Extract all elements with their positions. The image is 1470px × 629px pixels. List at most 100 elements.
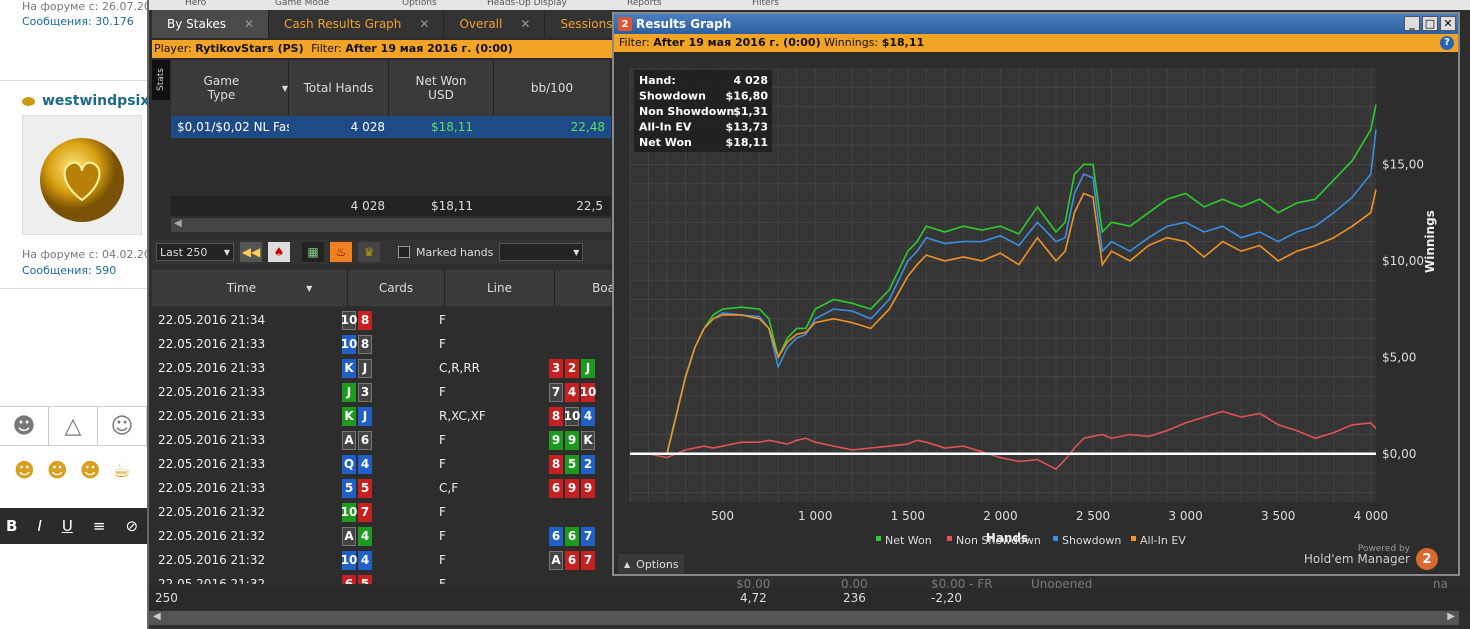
hand-row[interactable]: 22.05.2016 21:33 K J R,XC,XF 8 10 4	[152, 404, 615, 428]
hand-row[interactable]: 22.05.2016 21:32 A 4 F 6 6 7	[152, 524, 615, 548]
emoji-icon[interactable]: ☻	[47, 458, 68, 482]
underline-button[interactable]: U	[62, 517, 73, 535]
col-net-won[interactable]: Net Won USD	[389, 60, 494, 116]
summary-label: All-In EV	[639, 121, 692, 134]
card: 9	[581, 478, 595, 498]
col-bb100[interactable]: bb/100	[494, 60, 611, 116]
hand-row[interactable]: 22.05.2016 21:33 K J C,R,RR 3 2 J	[152, 356, 615, 380]
card: 8	[358, 310, 372, 330]
total-c: -2,20	[931, 591, 963, 605]
col-line[interactable]: Line	[445, 270, 555, 306]
smiley-category-shark-icon[interactable]: △	[49, 407, 98, 445]
emoji-icon[interactable]: ☻	[14, 458, 35, 482]
hand-row[interactable]: 22.05.2016 21:34 10 8 F	[152, 308, 615, 332]
medal-icon	[40, 138, 124, 222]
emoji-icon[interactable]: ☻	[80, 458, 101, 482]
cell-line: C,R,RR	[439, 361, 481, 375]
forum-user-count[interactable]: Сообщения: 590	[22, 264, 116, 277]
scroll-right-icon[interactable]: ▶	[1447, 611, 1455, 622]
card: 3	[549, 358, 563, 378]
maximize-button[interactable]: □	[1422, 16, 1438, 31]
hands-toolbar: Last 250 ▼ ◀◀ ♠ ▦ ♨ ♛ Marked hands ▼	[152, 240, 615, 264]
strike-button[interactable]: ≡	[93, 517, 106, 535]
summary-value: $1,31	[733, 105, 768, 118]
legend-label: Non Showdown	[956, 534, 1041, 547]
card: J	[342, 382, 356, 402]
bold-button[interactable]: B	[6, 517, 17, 535]
close-icon[interactable]: ✕	[520, 17, 530, 31]
col-time[interactable]: Time ▼	[152, 270, 348, 306]
card: J	[581, 358, 595, 378]
col-cards[interactable]: Cards	[348, 270, 445, 306]
menu-filters[interactable]: Filters	[752, 0, 779, 8]
menu-options[interactable]: Options	[402, 0, 437, 8]
smiley-category-face-icon[interactable]: ☺	[98, 407, 147, 445]
menu-hud[interactable]: Heads-Up Display	[487, 0, 567, 8]
replay-cards-button[interactable]: ♠	[268, 242, 290, 262]
card: A	[342, 526, 356, 546]
close-icon[interactable]: ✕	[244, 17, 254, 31]
legend-swatch	[1131, 536, 1136, 541]
help-icon[interactable]: ?	[1440, 36, 1454, 50]
card: 10	[580, 382, 596, 402]
col-total-hands[interactable]: Total Hands	[289, 60, 389, 116]
card: 6	[549, 526, 563, 546]
cell-line: F	[439, 433, 446, 447]
link-button[interactable]: ⊘	[125, 517, 138, 535]
tab-overall[interactable]: Overall ✕	[444, 10, 546, 38]
hand-row[interactable]: 22.05.2016 21:33 A 6 F 9 9 K	[152, 428, 615, 452]
col-label: Game Type	[203, 74, 240, 102]
close-icon[interactable]: ✕	[419, 17, 429, 31]
cell-time: 22.05.2016 21:32	[158, 529, 266, 543]
rewind-button[interactable]: ◀◀	[240, 242, 262, 262]
hand-row[interactable]: 22.05.2016 21:33 J 3 F 7 4 10	[152, 380, 615, 404]
top-menu: Hero Game Mode Options Heads-Up Display …	[149, 0, 1470, 10]
forum-username[interactable]: westwindpsixo	[42, 93, 147, 109]
winnings-label: Winnings:	[824, 36, 879, 49]
window-titlebar[interactable]: 2 Results Graph _ □ ✕	[614, 14, 1458, 34]
marked-hands-checkbox[interactable]	[398, 246, 410, 258]
hand-row[interactable]: 22.05.2016 21:33 10 8 F	[152, 332, 615, 356]
col-game-type[interactable]: Game Type ▼	[171, 60, 289, 116]
smiley-category-fish-icon[interactable]: ☻	[0, 407, 49, 445]
grid-button[interactable]: ▦	[302, 242, 324, 262]
scroll-left-icon[interactable]: ◀	[153, 611, 161, 622]
cell-cards: 10 7	[341, 502, 439, 522]
cell-time: 22.05.2016 21:33	[158, 409, 266, 423]
hand-count-select[interactable]: Last 250 ▼	[156, 243, 234, 261]
menu-game-mode[interactable]: Game Mode	[275, 0, 329, 8]
card: 6	[565, 526, 579, 546]
chevron-down-icon: ▼	[573, 247, 580, 257]
hand-row[interactable]: 22.05.2016 21:32 10 7 F	[152, 500, 615, 524]
stats-row[interactable]: $0,01/$0,02 NL Fast 4 028 $18,11 22,48	[171, 116, 611, 138]
stats-side-tab[interactable]: Stats	[152, 60, 170, 100]
trophy-button[interactable]: ♛	[358, 242, 380, 262]
card: 4	[565, 382, 579, 402]
menu-hero[interactable]: Hero	[185, 0, 206, 8]
tab-label: Cash Results Graph	[284, 17, 402, 31]
emoji-icon[interactable]: ☕	[113, 458, 131, 482]
hand-row[interactable]: 22.05.2016 21:32 10 4 F A 6 7	[152, 548, 615, 572]
hand-row[interactable]: 22.05.2016 21:33 5 5 C,F 6 9 9	[152, 476, 615, 500]
options-button[interactable]: ▲ Options	[618, 554, 684, 574]
card: 8	[549, 406, 563, 426]
card: 10	[564, 406, 580, 426]
status-icon	[22, 97, 35, 106]
scroll-left-icon[interactable]: ◀	[174, 218, 182, 229]
avatar[interactable]	[22, 115, 142, 235]
italic-button[interactable]: I	[37, 517, 41, 535]
close-button[interactable]: ✕	[1440, 16, 1456, 31]
marked-hands-select[interactable]: ▼	[499, 243, 584, 261]
fire-button[interactable]: ♨	[330, 242, 352, 262]
menu-reports[interactable]: Reports	[627, 0, 662, 8]
col-board[interactable]: Boa	[555, 270, 615, 306]
forum-top-count[interactable]: Сообщения: 30.176	[22, 15, 134, 28]
minimize-button[interactable]: _	[1404, 16, 1420, 31]
stats-scrollbar[interactable]: ◀	[171, 218, 611, 232]
hand-row[interactable]: 22.05.2016 21:33 Q 4 F 8 5 2	[152, 452, 615, 476]
hands-horizontal-scrollbar[interactable]: ◀ ▶	[149, 611, 1459, 625]
tab-by-stakes[interactable]: By Stakes ✕	[152, 10, 270, 38]
hand-row[interactable]: 22.05.2016 21:32 6 5 F	[152, 572, 615, 584]
tab-cash-results-graph[interactable]: Cash Results Graph ✕	[269, 10, 445, 38]
stats-totals: 4 028 $18,11 22,5	[171, 196, 611, 216]
